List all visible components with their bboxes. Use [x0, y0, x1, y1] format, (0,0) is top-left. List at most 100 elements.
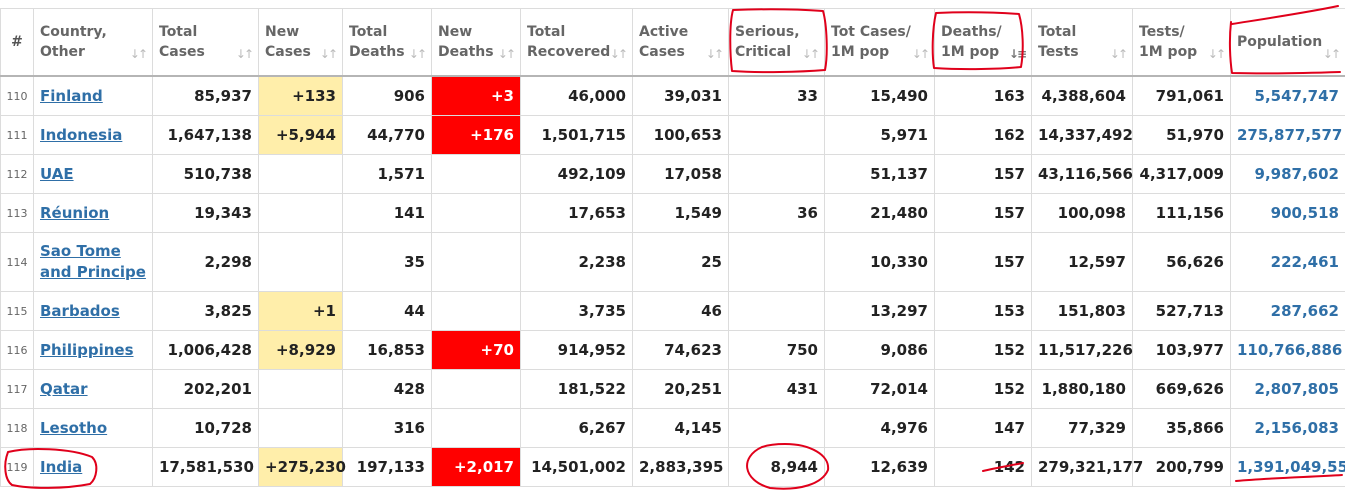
sort-icon[interactable]: ↓↑ — [1110, 44, 1128, 64]
col-header-label-line: # — [11, 34, 23, 50]
cell-total-cases: 510,738 — [152, 154, 259, 194]
cell-new-deaths: +176 — [431, 115, 521, 155]
cell-rank: 115 — [0, 291, 34, 331]
cell-deaths-1m: 157 — [934, 232, 1032, 292]
cell-new-deaths — [431, 369, 521, 409]
cell-total-cases: 19,343 — [152, 193, 259, 233]
cell-active-cases: 4,145 — [632, 408, 729, 448]
population-link[interactable]: 1,391,049,556 — [1237, 458, 1345, 476]
cell-rank: 117 — [0, 369, 34, 409]
cell-total-deaths: 1,571 — [342, 154, 432, 194]
cell-population: 287,662 — [1230, 291, 1345, 331]
cell-total-recovered: 14,501,002 — [520, 447, 633, 487]
country-link[interactable]: Réunion — [40, 204, 109, 222]
country-link[interactable]: Barbados — [40, 302, 120, 320]
sort-icon[interactable]: ↓↑ — [706, 44, 724, 64]
country-link[interactable]: Finland — [40, 87, 103, 105]
cell-tot-cases-1m: 12,639 — [824, 447, 935, 487]
country-link[interactable]: UAE — [40, 165, 74, 183]
col-header-total-recovered[interactable]: Total Recovered ↓↑ — [520, 8, 633, 77]
cell-total-recovered: 2,238 — [520, 232, 633, 292]
col-header-label-line: Tests/ — [1139, 24, 1185, 40]
col-header-population[interactable]: Population ↓↑ — [1230, 8, 1345, 77]
col-header-active-cases[interactable]: Active Cases ↓↑ — [632, 8, 729, 77]
cell-country: Sao Tome and Principe — [33, 232, 153, 292]
country-link[interactable]: Qatar — [40, 380, 88, 398]
sort-icon[interactable]: ↓↑ — [498, 44, 516, 64]
cell-new-deaths: +70 — [431, 330, 521, 370]
population-link[interactable]: 222,461 — [1271, 253, 1339, 271]
cell-active-cases: 1,549 — [632, 193, 729, 233]
sort-icon[interactable]: ↓↑ — [236, 44, 254, 64]
sort-icon[interactable]: ↓↑ — [912, 44, 930, 64]
cell-new-cases: +8,929 — [258, 330, 343, 370]
cell-total-cases: 1,006,428 — [152, 330, 259, 370]
cell-new-cases: +275,230 — [258, 447, 346, 487]
table-body: 110 Finland 85,937 +133 906 +3 46,000 39,031 33 1… — [0, 75, 1345, 487]
cell-total-tests: 100,098 — [1031, 193, 1133, 233]
col-header-deaths-1m[interactable]: Deaths/1M pop ↓≡ — [934, 8, 1032, 77]
col-header-new-cases[interactable]: New Cases ↓↑ — [258, 8, 343, 77]
cell-serious — [728, 115, 825, 155]
col-header-label-line: Tot Cases/ — [831, 24, 911, 40]
cell-total-tests: 1,880,180 — [1031, 369, 1133, 409]
sort-icon[interactable]: ↓↑ — [610, 44, 628, 64]
col-header-rank[interactable]: # — [0, 8, 34, 77]
col-header-total-cases[interactable]: Total Cases ↓↑ — [152, 8, 259, 77]
cell-new-cases: +1 — [258, 291, 343, 331]
population-link[interactable]: 9,987,602 — [1255, 165, 1339, 183]
cell-total-recovered: 3,735 — [520, 291, 633, 331]
col-header-label-line: New — [265, 24, 300, 40]
col-header-total-deaths[interactable]: Total Deaths ↓↑ — [342, 8, 432, 77]
cell-deaths-1m: 152 — [934, 330, 1032, 370]
cell-total-deaths: 44,770 — [342, 115, 432, 155]
cell-population: 222,461 — [1230, 232, 1345, 292]
cell-tot-cases-1m: 5,971 — [824, 115, 935, 155]
population-link[interactable]: 110,766,886 — [1237, 341, 1342, 359]
cell-tot-cases-1m: 9,086 — [824, 330, 935, 370]
col-header-tot-cases-1m[interactable]: Tot Cases/1M pop ↓↑ — [824, 8, 935, 77]
cell-deaths-1m: 142 — [934, 447, 1032, 487]
col-header-label-line: 1M pop — [831, 44, 890, 60]
cell-total-deaths: 428 — [342, 369, 432, 409]
country-link[interactable]: India — [40, 458, 82, 476]
country-link[interactable]: Philippines — [40, 341, 134, 359]
sort-icon[interactable]: ↓↑ — [409, 44, 427, 64]
col-header-new-deaths[interactable]: New Deaths ↓↑ — [431, 8, 521, 77]
country-link[interactable]: Lesotho — [40, 419, 107, 437]
cell-active-cases: 25 — [632, 232, 729, 292]
cell-total-recovered: 17,653 — [520, 193, 633, 233]
population-link[interactable]: 900,518 — [1271, 204, 1339, 222]
cell-total-deaths: 141 — [342, 193, 432, 233]
col-header-label-line: Deaths — [349, 44, 405, 60]
cell-population: 5,547,747 — [1230, 75, 1345, 116]
col-header-total-tests[interactable]: Total Tests ↓↑ — [1031, 8, 1133, 77]
cell-serious — [728, 154, 825, 194]
country-link[interactable]: Sao Tome and Principe — [40, 242, 146, 281]
population-link[interactable]: 5,547,747 — [1255, 87, 1339, 105]
population-link[interactable]: 2,156,083 — [1255, 419, 1339, 437]
sort-icon[interactable]: ↓↑ — [1323, 44, 1341, 64]
sort-icon[interactable]: ↓↑ — [1208, 44, 1226, 64]
sort-icon[interactable]: ↓↑ — [130, 44, 148, 64]
sort-desc-icon[interactable]: ↓≡ — [1009, 44, 1027, 64]
col-header-label-line: Tests — [1038, 44, 1079, 60]
cell-tot-cases-1m: 10,330 — [824, 232, 935, 292]
col-header-label-line: 1M pop — [1139, 44, 1198, 60]
cell-country: Qatar — [33, 369, 153, 409]
cell-population: 1,391,049,556 — [1230, 447, 1345, 487]
col-header-tests-1m[interactable]: Tests/1M pop ↓↑ — [1132, 8, 1231, 77]
population-link[interactable]: 2,807,805 — [1255, 380, 1339, 398]
country-link[interactable]: Indonesia — [40, 126, 122, 144]
cell-total-cases: 202,201 — [152, 369, 259, 409]
population-link[interactable]: 275,877,577 — [1237, 126, 1342, 144]
cell-rank: 113 — [0, 193, 34, 233]
cell-active-cases: 17,058 — [632, 154, 729, 194]
population-link[interactable]: 287,662 — [1271, 302, 1339, 320]
cell-country: India — [33, 447, 153, 487]
sort-icon[interactable]: ↓↑ — [320, 44, 338, 64]
sort-icon[interactable]: ↓↑ — [802, 44, 820, 64]
col-header-serious[interactable]: Serious, Critical ↓↑ — [728, 8, 825, 77]
cell-new-deaths — [431, 154, 521, 194]
col-header-country[interactable]: Country, Other ↓↑ — [33, 8, 153, 77]
